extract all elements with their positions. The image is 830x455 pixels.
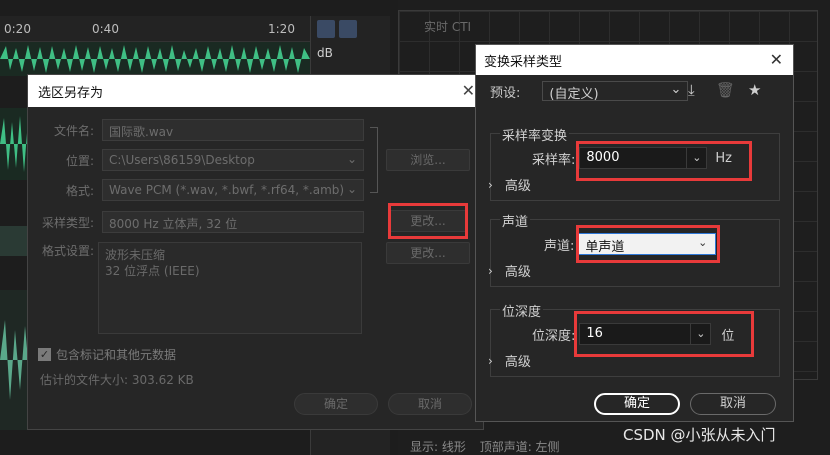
bit-depth-group-title: 位深度	[500, 301, 544, 320]
channels-value: 单声道	[585, 240, 625, 255]
location-label: 位置:	[65, 153, 94, 168]
sample-rate-group-title: 采样率变换	[500, 125, 570, 144]
format-settings-line: 32 位浮点 (IEEE)	[105, 264, 200, 278]
chevron-down-icon: ⌄	[670, 82, 682, 97]
chevron-right-icon: ›	[488, 263, 493, 278]
cancel-button[interactable]: 取消	[690, 393, 776, 415]
advanced-label: 高级	[504, 355, 531, 370]
format-settings-row: 格式设置:	[30, 242, 102, 259]
sample-type-label: 采样类型:	[41, 215, 94, 230]
sample-rate-row: 采样率: 8000 ⌄ Hz	[532, 147, 732, 169]
estimated-size: 估计的文件大小: 303.62 KB	[40, 373, 194, 387]
format-settings-line: 波形未压缩	[105, 248, 166, 262]
bit-depth-value: 16	[586, 326, 603, 341]
include-markers-checkbox[interactable]: ✓ 包含标记和其他元数据	[38, 346, 176, 363]
waveform-graphic	[0, 45, 310, 73]
dialog-title: 变换采样类型	[484, 54, 563, 70]
bracket-decoration	[370, 127, 378, 193]
sample-rate-select[interactable]: 8000 ⌄	[579, 147, 708, 169]
convert-sample-type-dialog: 变换采样类型 ✕ 预设: (自定义) ⌄ ⤓ 🗑 ★ 采样率变换 采样率: 80…	[475, 44, 794, 422]
advanced-toggle-2[interactable]: › 高级	[488, 261, 531, 281]
trash-icon[interactable]: 🗑	[716, 81, 735, 99]
preset-select[interactable]: (自定义) ⌄	[542, 81, 689, 102]
format-value: Wave PCM (*.wav, *.bwf, *.rf64, *.amb)	[109, 183, 345, 197]
cancel-button[interactable]: 取消	[388, 393, 472, 415]
sample-rate-label: 采样率:	[532, 152, 576, 168]
dialog-titlebar[interactable]: 变换采样类型 ✕	[476, 45, 793, 75]
channels-select[interactable]: 单声道 ⌄	[578, 233, 717, 255]
format-settings-box: 波形未压缩 32 位浮点 (IEEE)	[98, 242, 362, 334]
dialog-titlebar[interactable]: 选区另存为 ✕	[28, 75, 483, 107]
waveform-left-channel[interactable]	[0, 42, 310, 76]
advanced-toggle-1[interactable]: › 高级	[488, 175, 531, 195]
cti-label: 实时 CTI	[424, 20, 472, 34]
timeline-mark: 0:20	[4, 22, 31, 36]
advanced-label: 高级	[504, 265, 531, 280]
change-format-button[interactable]: 更改...	[386, 242, 470, 264]
channels-row: 声道: 单声道 ⌄	[544, 233, 717, 255]
watermark: CSDN @小张从未入门	[623, 426, 776, 444]
chevron-down-icon: ⌄	[346, 152, 357, 166]
bit-depth-unit: 位	[721, 328, 735, 344]
preset-label: 预设:	[490, 85, 521, 101]
format-label: 格式:	[65, 183, 94, 198]
ok-button[interactable]: 确定	[294, 393, 378, 415]
star-icon[interactable]: ★	[748, 81, 761, 99]
include-markers-label: 包含标记和其他元数据	[56, 348, 177, 362]
display-mode[interactable]: 显示: 线形	[410, 440, 466, 454]
location-row: 位置: C:\Users\86159\Desktop ⌄	[30, 149, 364, 171]
chevron-down-icon: ⌄	[686, 147, 706, 169]
pin-icon[interactable]	[339, 20, 357, 38]
ok-button[interactable]: 确定	[594, 393, 680, 415]
close-icon[interactable]: ✕	[770, 50, 783, 69]
location-select[interactable]: C:\Users\86159\Desktop ⌄	[102, 149, 364, 171]
bit-depth-row: 位深度: 16 ⌄ 位	[532, 323, 734, 345]
db-label: dB	[317, 46, 333, 60]
top-channel[interactable]: 顶部声道: 左侧	[480, 440, 560, 454]
filename-label: 文件名:	[53, 123, 94, 138]
meter-toolbar	[317, 20, 361, 41]
sample-rate-value: 8000	[586, 150, 620, 165]
headphone-icon[interactable]	[317, 20, 335, 38]
chevron-down-icon: ⌄	[346, 182, 357, 196]
preset-value: (自定义)	[549, 87, 599, 102]
sample-rate-unit: Hz	[715, 150, 732, 166]
change-sample-type-button[interactable]: 更改...	[388, 210, 468, 232]
channels-group-title: 声道	[500, 211, 531, 230]
filename-row: 文件名: 国际歌.wav	[30, 119, 364, 141]
preset-row: 预设: (自定义) ⌄	[490, 81, 689, 102]
browse-button[interactable]: 浏览...	[386, 149, 470, 171]
sample-type-row: 采样类型: 8000 Hz 立体声, 32 位	[30, 211, 364, 233]
channels-label: 声道:	[544, 238, 575, 254]
chevron-down-icon: ⌄	[690, 323, 710, 345]
save-selection-dialog: 选区另存为 ✕ 文件名: 国际歌.wav 位置: C:\Users\86159\…	[27, 74, 484, 430]
format-select[interactable]: Wave PCM (*.wav, *.bwf, *.rf64, *.amb) ⌄	[102, 179, 364, 201]
close-icon[interactable]: ✕	[462, 81, 475, 100]
timeline-ruler[interactable]: 0:20 0:40 1:20	[0, 16, 312, 42]
format-settings-label: 格式设置:	[41, 244, 94, 258]
bit-depth-label: 位深度:	[532, 328, 576, 344]
save-preset-icon[interactable]: ⤓	[688, 81, 695, 99]
chevron-right-icon: ›	[488, 177, 493, 192]
location-value: C:\Users\86159\Desktop	[109, 153, 255, 167]
advanced-toggle-3[interactable]: › 高级	[488, 351, 531, 371]
sample-type-value: 8000 Hz 立体声, 32 位	[102, 211, 364, 233]
checkmark-icon: ✓	[38, 348, 51, 361]
advanced-label: 高级	[504, 179, 531, 194]
dialog-title: 选区另存为	[38, 85, 104, 101]
format-row: 格式: Wave PCM (*.wav, *.bwf, *.rf64, *.am…	[30, 179, 364, 201]
timeline-mark: 0:40	[92, 22, 119, 36]
chevron-right-icon: ›	[488, 353, 493, 368]
filename-input[interactable]: 国际歌.wav	[102, 119, 364, 141]
bit-depth-select[interactable]: 16 ⌄	[579, 323, 712, 345]
timeline-mark: 1:20	[268, 22, 295, 36]
chevron-down-icon: ⌄	[698, 236, 708, 249]
status-bar: 显示: 线形 顶部声道: 左侧	[410, 438, 570, 455]
